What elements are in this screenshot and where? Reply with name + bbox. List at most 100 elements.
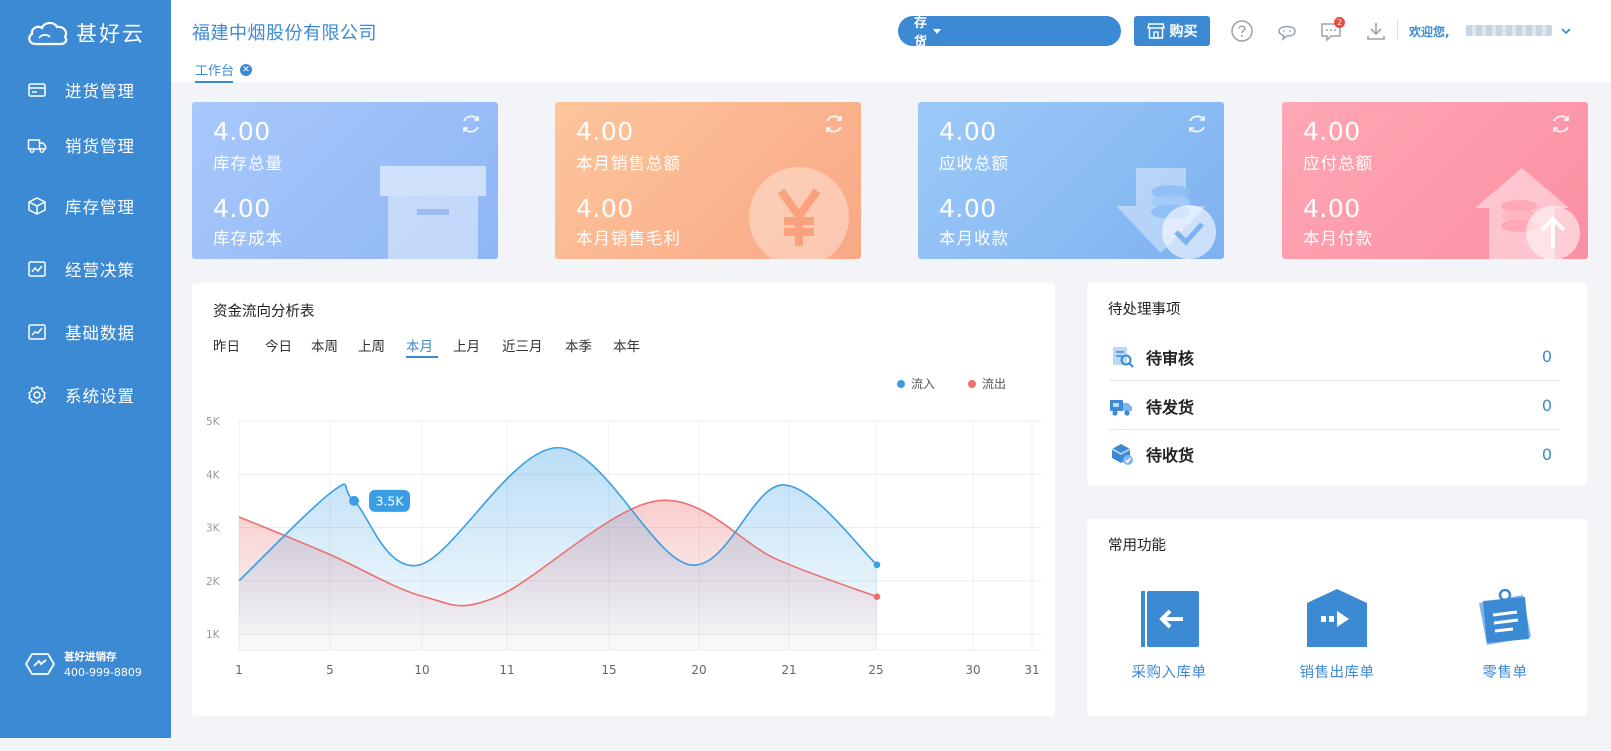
stat-card-receivable[interactable]: 4.00 应收总额 4.00 本月收款 [918,102,1224,259]
function-label: 销售出库单 [1299,665,1375,681]
stat-card-inventory[interactable]: 4.00 库存总量 4.00 库存成本 [192,102,498,259]
message-badge: 2 [1334,17,1345,28]
refresh-icon[interactable] [459,112,483,136]
search-category[interactable]: 存货 [914,12,927,50]
sidebar-item-decision[interactable]: 经营决策 [0,249,171,289]
x-tick-label: 10 [414,663,429,677]
y-tick-label: 2K [206,576,221,588]
pending-count: 0 [1541,396,1552,415]
buy-label: 购买 [1169,24,1198,40]
pending-count: 0 [1541,444,1552,464]
refresh-icon[interactable] [822,112,846,136]
function-label: 零售单 [1482,665,1528,681]
card-value-primary: 4.00 [1303,117,1361,146]
customer-service-icon[interactable] [1275,19,1299,43]
welcome-label: 欢迎您, [1409,25,1450,39]
pending-item-review[interactable]: 待审核 0 [1109,333,1560,381]
x-tick-label: 21 [781,663,796,677]
pending-label: 待收货 [1146,446,1195,465]
pending-item-ship[interactable]: 待发货 0 [1109,382,1560,430]
card-label-secondary: 本月销售毛利 [576,229,681,248]
function-purchase-inbound[interactable]: 采购入库单 [1104,589,1234,682]
data-chart-icon [28,324,46,340]
card-value-primary: 4.00 [576,117,634,146]
sidebar-item-label: 经营决策 [65,261,135,280]
card-value-primary: 4.00 [939,117,997,146]
buy-button[interactable]: 购买 [1134,16,1210,46]
header: 福建中烟股份有限公司 工作台 ✕ 存货 购买 2 欢迎您, [171,0,1611,83]
x-tick-label: 5 [326,663,334,677]
purchase-icon [28,83,46,97]
contact-title: 甚好进销存 [64,651,117,663]
stat-card-sales[interactable]: 4.00 本月销售总额 4.00 本月销售毛利 [555,102,861,259]
search-input[interactable] [955,16,1126,46]
card-value-secondary: 4.00 [576,194,634,223]
card-value-secondary: 4.00 [213,194,271,223]
y-tick-label: 4K [206,469,221,481]
card-value-primary: 4.00 [213,117,271,146]
sidebar-item-label: 进货管理 [65,82,135,101]
area-inflow [239,447,877,650]
logo[interactable]: 甚好云 [26,18,145,48]
chevron-down-icon[interactable] [1560,25,1572,37]
review-icon [1113,346,1134,368]
refresh-icon[interactable] [1185,112,1209,136]
card-label-primary: 应收总额 [939,154,1009,173]
point-inflow-end [873,561,881,569]
truck-icon [27,139,47,153]
x-tick-label: 25 [868,663,883,677]
x-tick-label: 15 [601,663,616,677]
functions-title: 常用功能 [1108,538,1166,554]
download-icon[interactable] [1364,19,1388,43]
card-value-secondary: 4.00 [939,194,997,223]
sales-outbound-icon [1307,589,1367,647]
chevron-down-icon[interactable] [933,28,942,34]
sidebar-item-label: 基础数据 [65,324,135,343]
card-label-primary: 应付总额 [1303,154,1373,173]
brand-logo-icon [24,653,56,675]
receive-box-icon [1111,444,1133,465]
pending-panel: 待处理事项 待审核 0 待发货 0 待收货 0 [1087,283,1587,485]
pending-title: 待处理事项 [1108,302,1181,318]
pending-count: 0 [1541,347,1552,366]
x-tick-label: 20 [691,663,706,677]
purchase-inbound-icon [1141,591,1199,647]
sidebar-item-purchase[interactable]: 进货管理 [0,70,171,110]
stat-card-payable[interactable]: 4.00 应付总额 4.00 本月付款 [1282,102,1588,259]
sidebar-item-settings[interactable]: 系统设置 [0,375,171,415]
retail-receipt-icon [1479,589,1531,645]
cashflow-chart: 1K2K3K4K5K1 5 10 11 15 20 21 25 30 313.5K [206,416,1041,677]
functions-panel: 常用功能 采购入库单 销售出库单 零售单 [1087,519,1587,716]
y-tick-label: 3K [206,523,221,535]
sidebar-item-label: 销货管理 [65,137,135,156]
sidebar: 甚好云 进货管理 销货管理 库存管理 经营决策 基础数据 系统设置 甚好进销存 … [0,0,171,738]
x-tick-label: 31 [1024,663,1039,677]
function-sales-outbound[interactable]: 销售出库单 [1272,589,1402,682]
archive-box-icon [380,166,486,259]
sidebar-item-basic-data[interactable]: 基础数据 [0,312,171,352]
username-blurred[interactable] [1466,25,1552,36]
x-tick-label: 30 [965,663,980,677]
x-tick-label: 1 [235,663,243,677]
x-tick-label: 11 [499,663,514,677]
card-label-secondary: 本月付款 [1303,229,1373,248]
tab-workbench[interactable]: 工作台 ✕ [195,60,253,79]
cashflow-panel: 资金流向分析表 昨日 今日 本周 上周 本月 上月 近三月 本季 本年 流入 流出 1K 2K 3K… [192,283,1055,716]
refresh-icon[interactable] [1549,112,1573,136]
gear-icon [28,385,46,405]
pending-label: 待发货 [1146,397,1195,417]
function-retail[interactable]: 零售单 [1440,589,1570,682]
sidebar-item-inventory[interactable]: 库存管理 [0,186,171,226]
help-icon[interactable] [1230,19,1254,43]
point-tooltip-anchor [349,495,359,506]
pending-item-receive[interactable]: 待收货 0 [1109,430,1560,478]
card-label-primary: 本月销售总额 [576,154,681,173]
card-value-secondary: 4.00 [1303,194,1361,223]
close-icon[interactable]: ✕ [240,63,253,76]
store-icon [1146,23,1165,39]
box-icon [28,197,46,215]
function-label: 采购入库单 [1131,665,1207,681]
sidebar-item-sales[interactable]: 销货管理 [0,125,171,165]
card-label-secondary: 本月收款 [939,229,1009,248]
coin-check-icon [1116,168,1216,259]
